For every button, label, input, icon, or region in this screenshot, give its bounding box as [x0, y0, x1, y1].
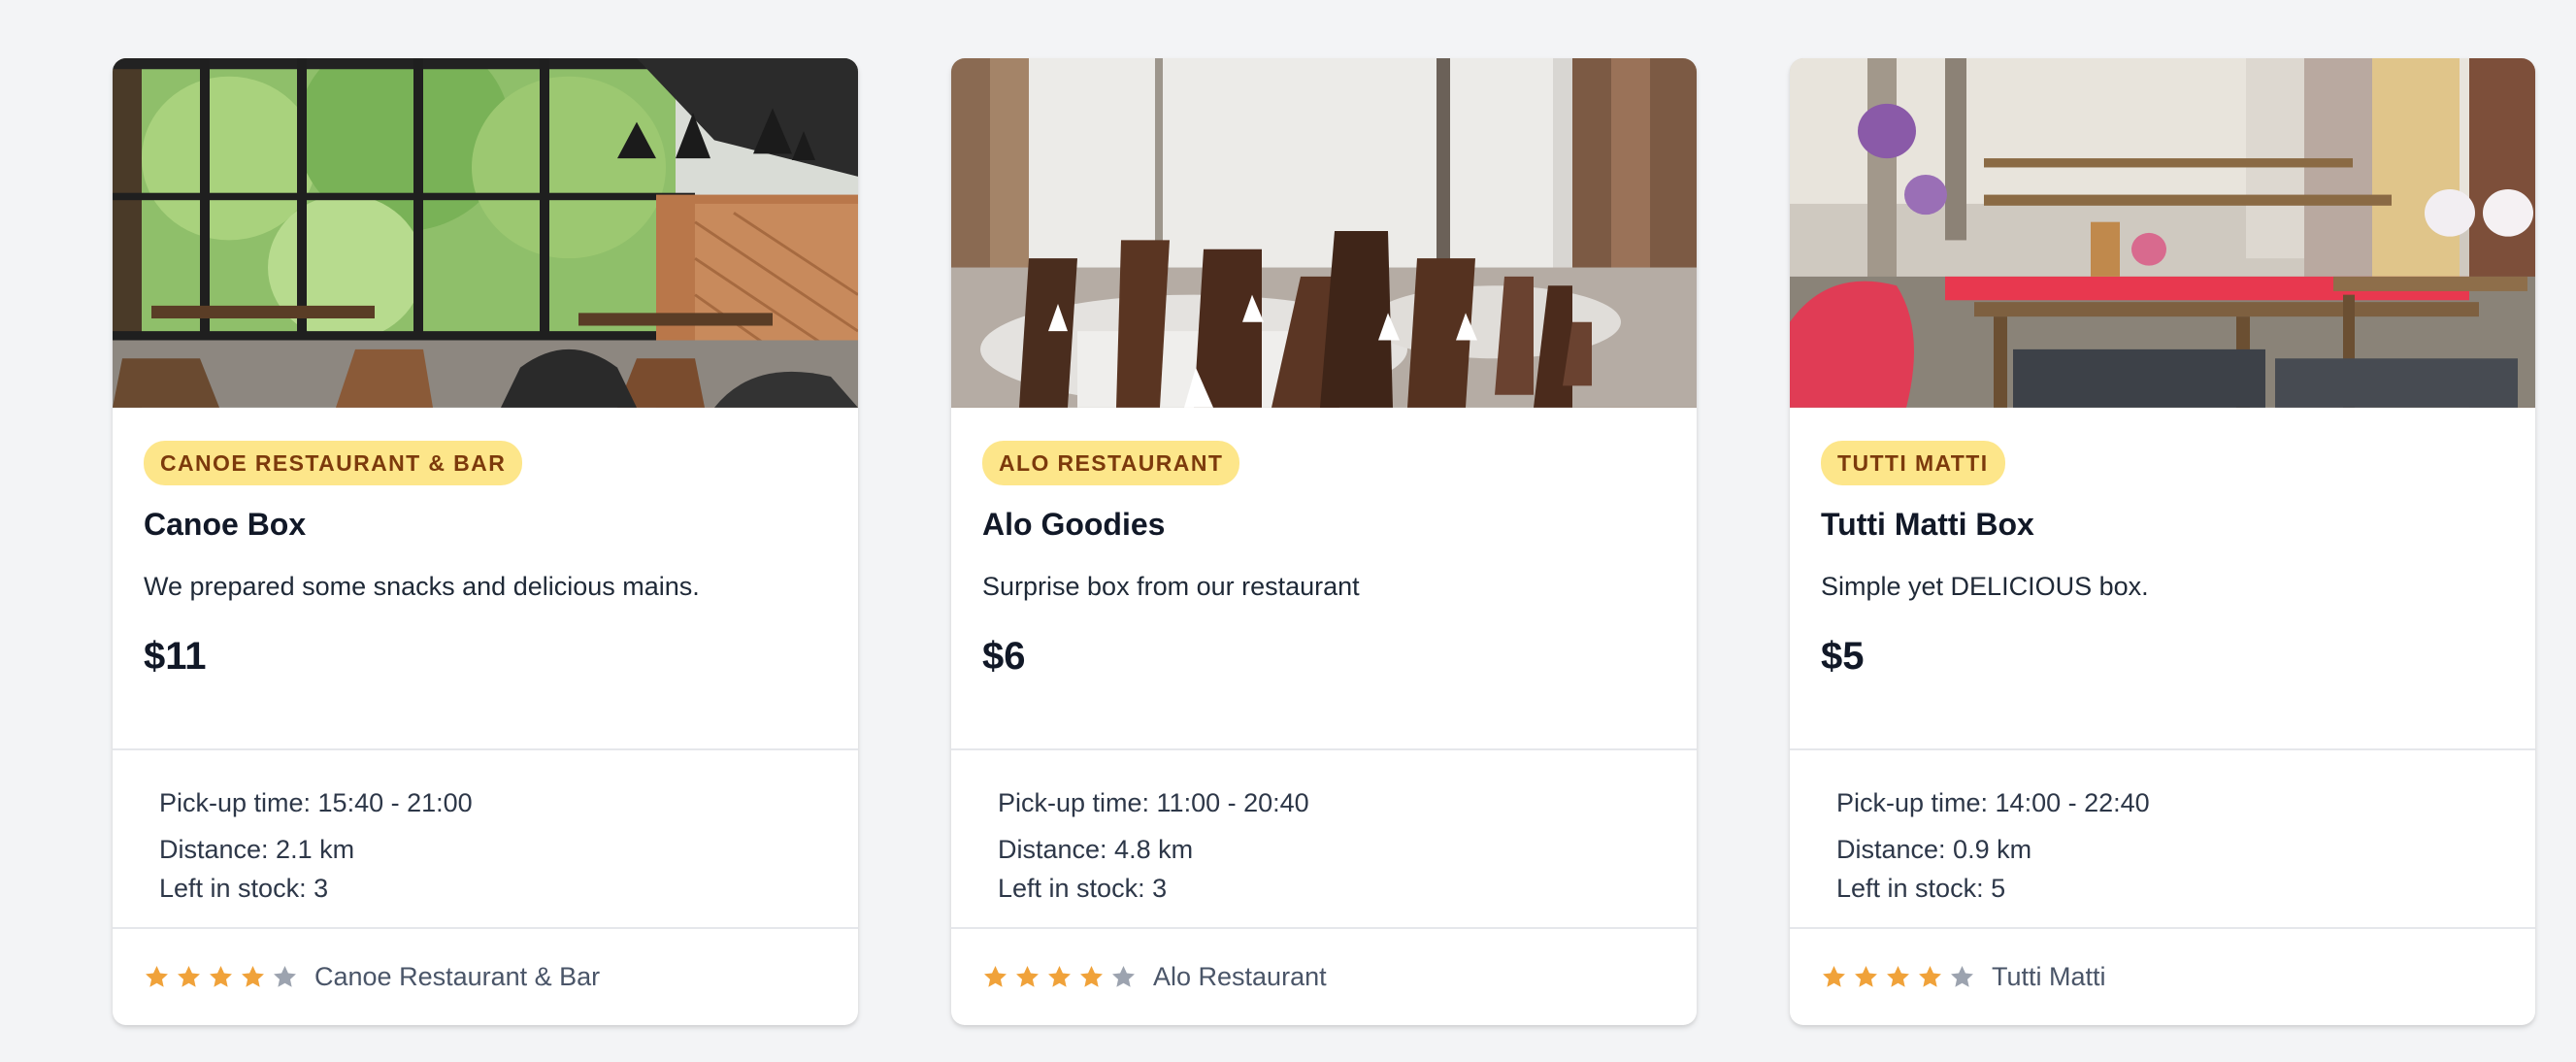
distance: Distance: 2.1 km: [159, 834, 355, 864]
restaurant-name[interactable]: Canoe Restaurant & Bar: [314, 962, 600, 992]
restaurant-badge: CANOE RESTAURANT & BAR: [144, 440, 523, 485]
star-filled-icon: [1919, 965, 1941, 987]
stock-left: Left in stock: 5: [1836, 873, 2006, 903]
star-filled-icon: [1080, 965, 1103, 987]
box-details: Pick-up time: 15:40 - 21:00 Distance: 2.…: [113, 747, 858, 929]
box-details: Pick-up time: 11:00 - 20:40 Distance: 4.…: [951, 747, 1697, 929]
star-empty-icon: [1112, 965, 1135, 987]
box-description: Simple yet DELICIOUS box.: [1821, 571, 2149, 601]
pickup-time: Pick-up time: 15:40 - 21:00: [159, 787, 473, 817]
restaurant-badge: TUTTI MATTI: [1821, 440, 2005, 485]
pickup-time: Pick-up time: 11:00 - 20:40: [998, 787, 1309, 817]
card-body: TUTTI MATTI Tutti Matti Box Simple yet D…: [1790, 408, 2535, 748]
box-title[interactable]: Tutti Matti Box: [1821, 507, 2504, 543]
box-description: We prepared some snacks and delicious ma…: [144, 571, 700, 601]
box-title[interactable]: Alo Goodies: [982, 507, 1666, 543]
star-rating: [1821, 964, 1975, 990]
box-price: $6: [982, 634, 1026, 678]
star-filled-icon: [1823, 965, 1845, 987]
box-card[interactable]: ALO RESTAURANT Alo Goodies Surprise box …: [951, 58, 1697, 1025]
card-footer: Canoe Restaurant & Bar: [113, 929, 858, 1025]
star-empty-icon: [274, 965, 296, 987]
star-filled-icon: [178, 965, 200, 987]
box-card-grid: CANOE RESTAURANT & BAR Canoe Box We prep…: [113, 58, 2535, 1025]
star-rating: [982, 964, 1137, 990]
box-description: Surprise box from our restaurant: [982, 571, 1360, 601]
star-filled-icon: [242, 965, 264, 987]
stock-left: Left in stock: 3: [159, 873, 329, 903]
restaurant-name[interactable]: Alo Restaurant: [1153, 962, 1327, 992]
card-footer: Alo Restaurant: [951, 929, 1697, 1025]
restaurant-name[interactable]: Tutti Matti: [1992, 962, 2106, 992]
star-rating: [144, 964, 298, 990]
star-empty-icon: [1951, 965, 1973, 987]
star-filled-icon: [984, 965, 1007, 987]
star-filled-icon: [210, 965, 232, 987]
box-card[interactable]: CANOE RESTAURANT & BAR Canoe Box We prep…: [113, 58, 858, 1025]
restaurant-photo: [1790, 58, 2535, 408]
star-filled-icon: [1048, 965, 1071, 987]
box-title[interactable]: Canoe Box: [144, 507, 827, 543]
restaurant-photo: [951, 58, 1697, 408]
distance: Distance: 4.8 km: [998, 834, 1194, 864]
star-filled-icon: [1887, 965, 1909, 987]
stock-left: Left in stock: 3: [998, 873, 1168, 903]
box-price: $5: [1821, 634, 1865, 678]
card-footer: Tutti Matti: [1790, 929, 2535, 1025]
card-body: ALO RESTAURANT Alo Goodies Surprise box …: [951, 408, 1697, 748]
restaurant-photo: [113, 58, 858, 408]
restaurant-badge: ALO RESTAURANT: [982, 440, 1240, 485]
star-filled-icon: [1016, 965, 1039, 987]
distance: Distance: 0.9 km: [1836, 834, 2032, 864]
card-body: CANOE RESTAURANT & BAR Canoe Box We prep…: [113, 408, 858, 748]
box-card[interactable]: TUTTI MATTI Tutti Matti Box Simple yet D…: [1790, 58, 2535, 1025]
box-details: Pick-up time: 14:00 - 22:40 Distance: 0.…: [1790, 747, 2535, 929]
star-filled-icon: [1855, 965, 1877, 987]
box-price: $11: [144, 634, 207, 678]
star-filled-icon: [146, 965, 168, 987]
pickup-time: Pick-up time: 14:00 - 22:40: [1836, 787, 2150, 817]
